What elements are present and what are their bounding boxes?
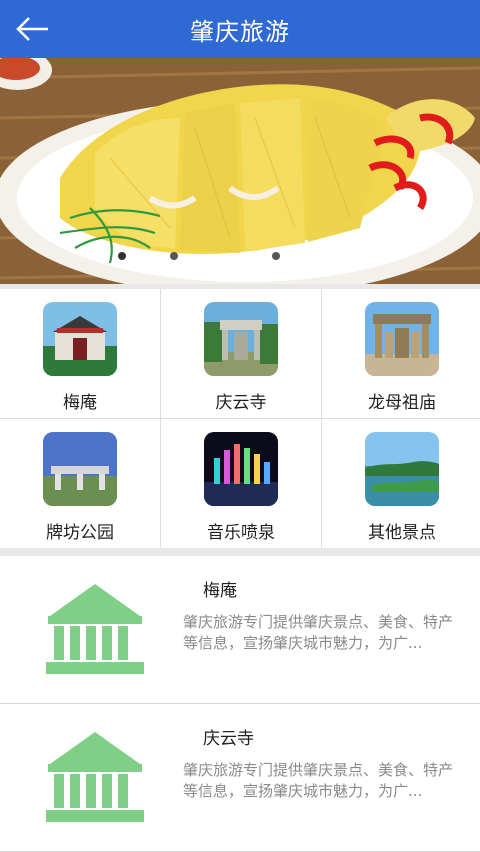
meian-thumbnail xyxy=(43,302,117,376)
item-description: 肇庆旅游专门提供肇庆景点、美食、特产等信息，宣扬肇庆城市魅力，为广... xyxy=(183,613,454,652)
qingyun-temple-thumbnail xyxy=(204,302,278,376)
music-fountain-thumbnail xyxy=(204,432,278,506)
category-other-attractions[interactable]: 其他景点 xyxy=(322,419,480,548)
category-label: 龙母祖庙 xyxy=(368,393,436,413)
arrow-left-icon xyxy=(16,17,48,41)
back-button[interactable] xyxy=(12,10,52,48)
category-label: 牌坊公园 xyxy=(46,523,114,543)
category-label: 庆云寺 xyxy=(215,393,267,413)
category-label: 梅庵 xyxy=(63,393,97,413)
page-title: 肇庆旅游 xyxy=(190,17,290,46)
longmu-temple-thumbnail xyxy=(365,302,439,376)
banner-carousel[interactable] xyxy=(0,58,480,284)
category-label: 其他景点 xyxy=(368,523,436,543)
temple-icon xyxy=(46,584,144,674)
category-music-fountain[interactable]: 音乐喷泉 xyxy=(161,419,321,548)
temple-icon xyxy=(46,732,144,822)
category-grid: 梅庵 庆云寺 龙母祖庙 牌坊公园 音乐喷泉 其他景点 xyxy=(0,289,480,548)
list-item[interactable]: 梅庵 肇庆旅游专门提供肇庆景点、美食、特产等信息，宣扬肇庆城市魅力，为广... xyxy=(0,556,480,704)
paifang-park-thumbnail xyxy=(43,432,117,506)
banner-image xyxy=(0,58,480,284)
category-qingyun-temple[interactable]: 庆云寺 xyxy=(161,289,321,418)
category-label: 音乐喷泉 xyxy=(207,523,275,543)
item-title: 梅庵 xyxy=(203,581,237,601)
item-description: 肇庆旅游专门提供肇庆景点、美食、特产等信息，宣扬肇庆城市魅力，为广... xyxy=(183,761,454,800)
app-header: 肇庆旅游 xyxy=(0,0,480,58)
category-paifang-park[interactable]: 牌坊公园 xyxy=(0,419,160,548)
list-item[interactable]: 庆云寺 肇庆旅游专门提供肇庆景点、美食、特产等信息，宣扬肇庆城市魅力，为广... xyxy=(0,704,480,852)
category-longmu-temple[interactable]: 龙母祖庙 xyxy=(322,289,480,418)
category-meian[interactable]: 梅庵 xyxy=(0,289,160,418)
other-attractions-thumbnail xyxy=(365,432,439,506)
item-title: 庆云寺 xyxy=(203,729,254,749)
attraction-list: 梅庵 肇庆旅游专门提供肇庆景点、美食、特产等信息，宣扬肇庆城市魅力，为广... … xyxy=(0,556,480,852)
